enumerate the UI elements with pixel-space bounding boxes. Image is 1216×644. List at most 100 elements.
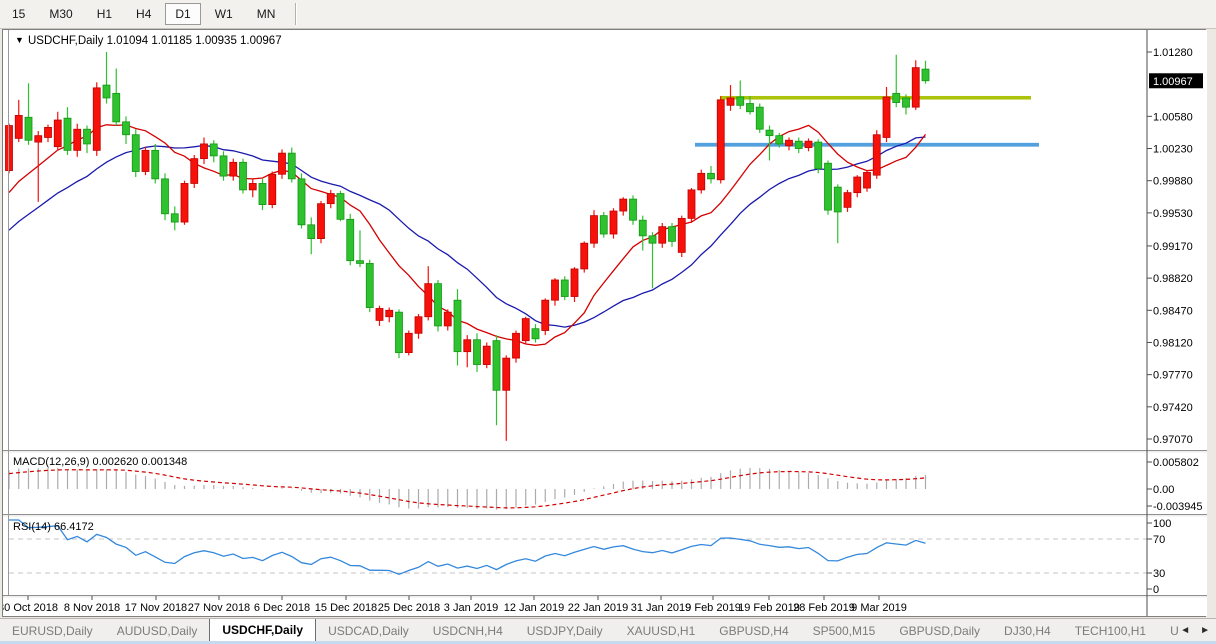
candle-body xyxy=(922,69,929,81)
date-label: 25 Dec 2018 xyxy=(378,602,440,614)
timeframe-button-mn[interactable]: MN xyxy=(247,3,286,25)
timeframe-button-d1[interactable]: D1 xyxy=(165,3,200,25)
candle-body xyxy=(454,300,461,351)
candle-body xyxy=(717,100,724,180)
candle-body xyxy=(142,150,149,171)
date-label: 28 Feb 2019 xyxy=(793,602,855,614)
candle-body xyxy=(337,194,344,220)
candle-body xyxy=(766,130,773,136)
price-label: 0.99170 xyxy=(1153,241,1193,253)
candle-body xyxy=(103,85,110,98)
chart-tab-usdcad-daily[interactable]: USDCAD,Daily xyxy=(316,619,421,642)
chart-tab-xauusd-h1[interactable]: XAUUSD,H1 xyxy=(615,619,708,642)
candle-body xyxy=(464,340,471,352)
timeframe-button-h4[interactable]: H4 xyxy=(126,3,161,25)
chart-tab-usdcnh-h4[interactable]: USDCNH,H4 xyxy=(421,619,515,642)
macd-label: MACD(12,26,9) 0.002620 0.001348 xyxy=(13,456,187,468)
chart-tab-sp500-m15[interactable]: SP500,M15 xyxy=(801,619,888,642)
support-hline[interactable] xyxy=(695,143,1039,147)
candle-body xyxy=(776,136,783,144)
timeframe-toolbar: 15M30H1H4D1W1MN xyxy=(0,0,1216,29)
candle-body xyxy=(571,269,578,297)
rsi-label: RSI(14) 66.4172 xyxy=(13,521,94,533)
price-label: 1.01280 xyxy=(1153,47,1193,59)
candle-body xyxy=(532,329,539,339)
candle-body xyxy=(873,135,880,175)
candle-body xyxy=(708,173,715,179)
price-label: 0.99530 xyxy=(1153,208,1193,220)
candle-body xyxy=(903,98,910,107)
toolbar-separator xyxy=(295,3,297,25)
chart-tab-audusd-daily[interactable]: AUDUSD,Daily xyxy=(105,619,210,642)
candle-body xyxy=(610,211,617,234)
candle-body xyxy=(93,88,100,151)
chart-tab-usdjpy-daily[interactable]: USDJPY,Daily xyxy=(515,619,615,642)
timeframe-button-m15[interactable]: 15 xyxy=(2,3,35,25)
timeframe-button-h1[interactable]: H1 xyxy=(87,3,122,25)
candle-body xyxy=(240,162,247,190)
candle-body xyxy=(25,117,32,140)
candle-body xyxy=(35,136,42,142)
date-label: 15 Dec 2018 xyxy=(315,602,377,614)
candle-body xyxy=(15,115,22,138)
candle-body xyxy=(308,225,315,239)
macd-axis-label: 0.005802 xyxy=(1153,457,1199,469)
chart-tab-tech100-h1[interactable]: TECH100,H1 xyxy=(1063,619,1158,642)
resistance-hline[interactable] xyxy=(720,96,1031,100)
symbol-dropdown-icon[interactable]: ▼ xyxy=(15,35,24,45)
date-label: 12 Jan 2019 xyxy=(504,602,565,614)
rsi-axis-label: 0 xyxy=(1153,584,1159,596)
rsi-axis-label: 70 xyxy=(1153,534,1165,546)
chart-tab-ukc[interactable]: UKC xyxy=(1158,619,1178,642)
chart-tab-usdchf-daily[interactable]: USDCHF,Daily xyxy=(209,619,316,642)
price-label: 0.98470 xyxy=(1153,305,1193,317)
date-label: 8 Nov 2018 xyxy=(64,602,120,614)
candle-body xyxy=(279,153,286,174)
candle-body xyxy=(220,156,227,176)
candle-body xyxy=(64,118,71,150)
chart-tab-dj30-h4[interactable]: DJ30,H4 xyxy=(992,619,1063,642)
candle-body xyxy=(171,214,178,222)
candle-body xyxy=(630,199,637,220)
tab-scroll-arrows: ◄ ► xyxy=(1180,619,1216,642)
price-label: 0.98820 xyxy=(1153,273,1193,285)
candle-body xyxy=(561,280,568,297)
candle-body xyxy=(912,68,919,108)
candle-body xyxy=(74,129,81,150)
timeframe-button-w1[interactable]: W1 xyxy=(205,3,243,25)
candle-body xyxy=(318,204,325,239)
date-label: 30 Oct 2018 xyxy=(3,602,58,614)
candle-body xyxy=(795,141,802,148)
price-chart[interactable]: 1.012801.005801.002300.998800.995300.991… xyxy=(3,30,1207,616)
candle-body xyxy=(620,199,627,211)
candle-body xyxy=(54,120,61,147)
tab-scroll-right-icon[interactable]: ► xyxy=(1200,626,1210,636)
candle-body xyxy=(444,312,451,326)
price-label: 1.00580 xyxy=(1153,111,1193,123)
chart-tab-eurusd-daily[interactable]: EURUSD,Daily xyxy=(0,619,105,642)
candle-body xyxy=(864,172,871,188)
tab-scroll-left-icon[interactable]: ◄ xyxy=(1180,626,1190,636)
candle-body xyxy=(893,93,900,102)
candle-body xyxy=(756,107,763,129)
date-label: 9 Mar 2019 xyxy=(851,602,907,614)
macd-axis-label: -0.003945 xyxy=(1153,501,1203,513)
candle-body xyxy=(84,129,91,144)
date-label: 22 Jan 2019 xyxy=(568,602,629,614)
chart-window[interactable]: 1.012801.005801.002300.998800.995300.991… xyxy=(2,29,1206,617)
candle-body xyxy=(357,261,364,264)
timeframe-button-m30[interactable]: M30 xyxy=(39,3,82,25)
chart-tab-gbpusd-daily[interactable]: GBPUSD,Daily xyxy=(887,619,992,642)
price-label: 1.00230 xyxy=(1153,144,1193,156)
price-label: 0.98120 xyxy=(1153,337,1193,349)
chart-tab-gbpusd-h4[interactable]: GBPUSD,H4 xyxy=(707,619,800,642)
candle-body xyxy=(522,319,529,341)
date-label: 9 Feb 2019 xyxy=(685,602,741,614)
candle-body xyxy=(688,190,695,218)
candle-body xyxy=(503,358,510,390)
rsi-axis-label: 100 xyxy=(1153,518,1171,530)
candle-body xyxy=(425,284,432,317)
candle-body xyxy=(727,98,734,105)
candle-body xyxy=(132,135,139,172)
candle-body xyxy=(883,97,890,137)
